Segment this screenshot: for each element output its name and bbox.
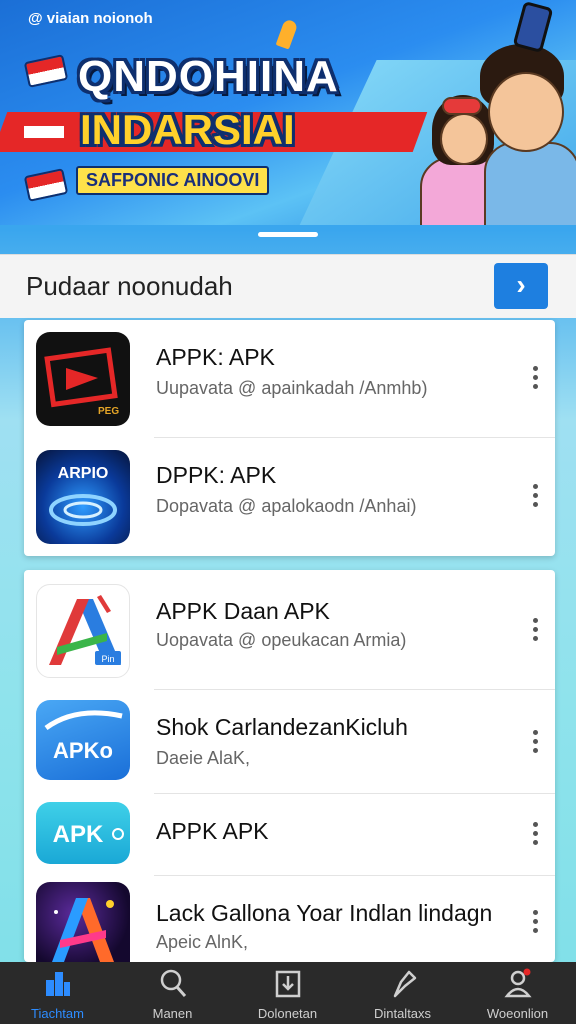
- more-options-icon[interactable]: [527, 822, 543, 848]
- app-name: APPK Daan APK: [156, 598, 330, 624]
- more-options-icon[interactable]: [527, 730, 543, 756]
- banner-tag: @ viaian noionoh: [28, 10, 153, 27]
- svg-text:PEG: PEG: [98, 406, 119, 417]
- app-list-card: PEG APPK: APK Uupavata @ apainkadah /Anm…: [24, 320, 555, 556]
- svg-text:ARPIO: ARPIO: [58, 465, 109, 482]
- app-list-card: Pin APPK Daan APK Uopavata @ opeukacan A…: [24, 570, 555, 962]
- svg-text:APK: APK: [53, 821, 104, 848]
- bottom-navigation: Tiachtam Manen Dolonetan Dintaltaxs Woeo…: [0, 962, 576, 1024]
- banner-subtitle: SAFPONIC AINOOVI: [76, 166, 270, 195]
- home-icon: [46, 972, 70, 996]
- app-subtitle: Uupavata @ apainkadah /Anmhb): [156, 378, 428, 398]
- apk-cyan-icon: APK: [36, 802, 130, 864]
- nav-item-profile[interactable]: Woeonlion: [460, 962, 575, 1024]
- app-name: Lack Gallona Yoar Indlan lindagn: [156, 900, 493, 926]
- app-subtitle: Uopavata @ opeukacan Armia): [156, 630, 407, 650]
- more-options-icon[interactable]: [527, 910, 543, 936]
- svg-text:Pin: Pin: [101, 654, 114, 664]
- search-icon: [160, 969, 187, 997]
- nav-label: Woeonlion: [486, 1006, 549, 1021]
- vortex-icon: ARPIO: [36, 450, 130, 544]
- app-subtitle: Dopavata @ apalokaodn /Anhai): [156, 496, 417, 516]
- nav-label: Manen: [152, 1006, 193, 1021]
- film-icon: PEG: [36, 332, 130, 426]
- nav-label: Dintaltaxs: [373, 1006, 432, 1021]
- rocket-icon: [275, 18, 299, 50]
- banner-title-line1: QNDOHIINA: [78, 52, 339, 101]
- section-header: Pudaar noonudah ›: [0, 254, 576, 318]
- app-name: APPK: APK: [156, 344, 275, 370]
- app-name: APPK APK: [156, 818, 269, 844]
- nav-label: Dolonetan: [257, 1006, 318, 1021]
- more-options-icon[interactable]: [527, 484, 543, 510]
- banner-dash: [24, 126, 64, 138]
- promo-banner[interactable]: @ viaian noionoh QNDOHIINA INDARSIAI SAF…: [0, 0, 576, 225]
- more-options-icon[interactable]: [527, 618, 543, 644]
- download-icon: [275, 970, 301, 998]
- boy-illustration: [480, 42, 576, 225]
- apk-blue-icon: APKo: [36, 700, 130, 780]
- nav-label: Tiachtam: [31, 1006, 84, 1021]
- profile-icon: [504, 968, 532, 998]
- nav-item-home[interactable]: Tiachtam: [0, 962, 115, 1024]
- see-more-button[interactable]: ›: [494, 263, 548, 309]
- app-name: Shok CarlandezanKicluh: [156, 714, 408, 740]
- app-name: DPPK: APK: [156, 462, 277, 488]
- a-logo-icon: Pin: [36, 584, 130, 678]
- svg-text:APKo: APKo: [53, 738, 113, 763]
- list-item[interactable]: APKo Shok CarlandezanKicluh Daeie AlaK,: [24, 690, 555, 794]
- list-item[interactable]: APK APPK APK: [24, 794, 555, 876]
- nav-item-search[interactable]: Manen: [115, 962, 230, 1024]
- list-item[interactable]: ARPIO DPPK: APK Dopavata @ apalokaodn /A…: [24, 438, 555, 556]
- flag-icon: [23, 54, 69, 88]
- list-item[interactable]: Lack Gallona Yoar Indlan lindagn Apeic A…: [24, 876, 555, 962]
- carousel-indicator[interactable]: [258, 232, 318, 237]
- section-title: Pudaar noonudah: [26, 271, 233, 301]
- list-item[interactable]: PEG APPK: APK Uupavata @ apainkadah /Anm…: [24, 320, 555, 438]
- list-item[interactable]: Pin APPK Daan APK Uopavata @ opeukacan A…: [24, 570, 555, 690]
- banner-title-line2: INDARSIAI: [80, 106, 295, 153]
- nav-item-pin[interactable]: Dintaltaxs: [345, 962, 460, 1024]
- more-options-icon[interactable]: [527, 366, 543, 392]
- nav-item-download[interactable]: Dolonetan: [230, 962, 345, 1024]
- app-subtitle: Daeie AlaK,: [156, 748, 251, 768]
- flag-icon: [23, 168, 69, 202]
- galaxy-a-icon: [36, 882, 130, 962]
- app-subtitle: Apeic AlnK,: [156, 932, 249, 952]
- pin-icon: [393, 970, 417, 998]
